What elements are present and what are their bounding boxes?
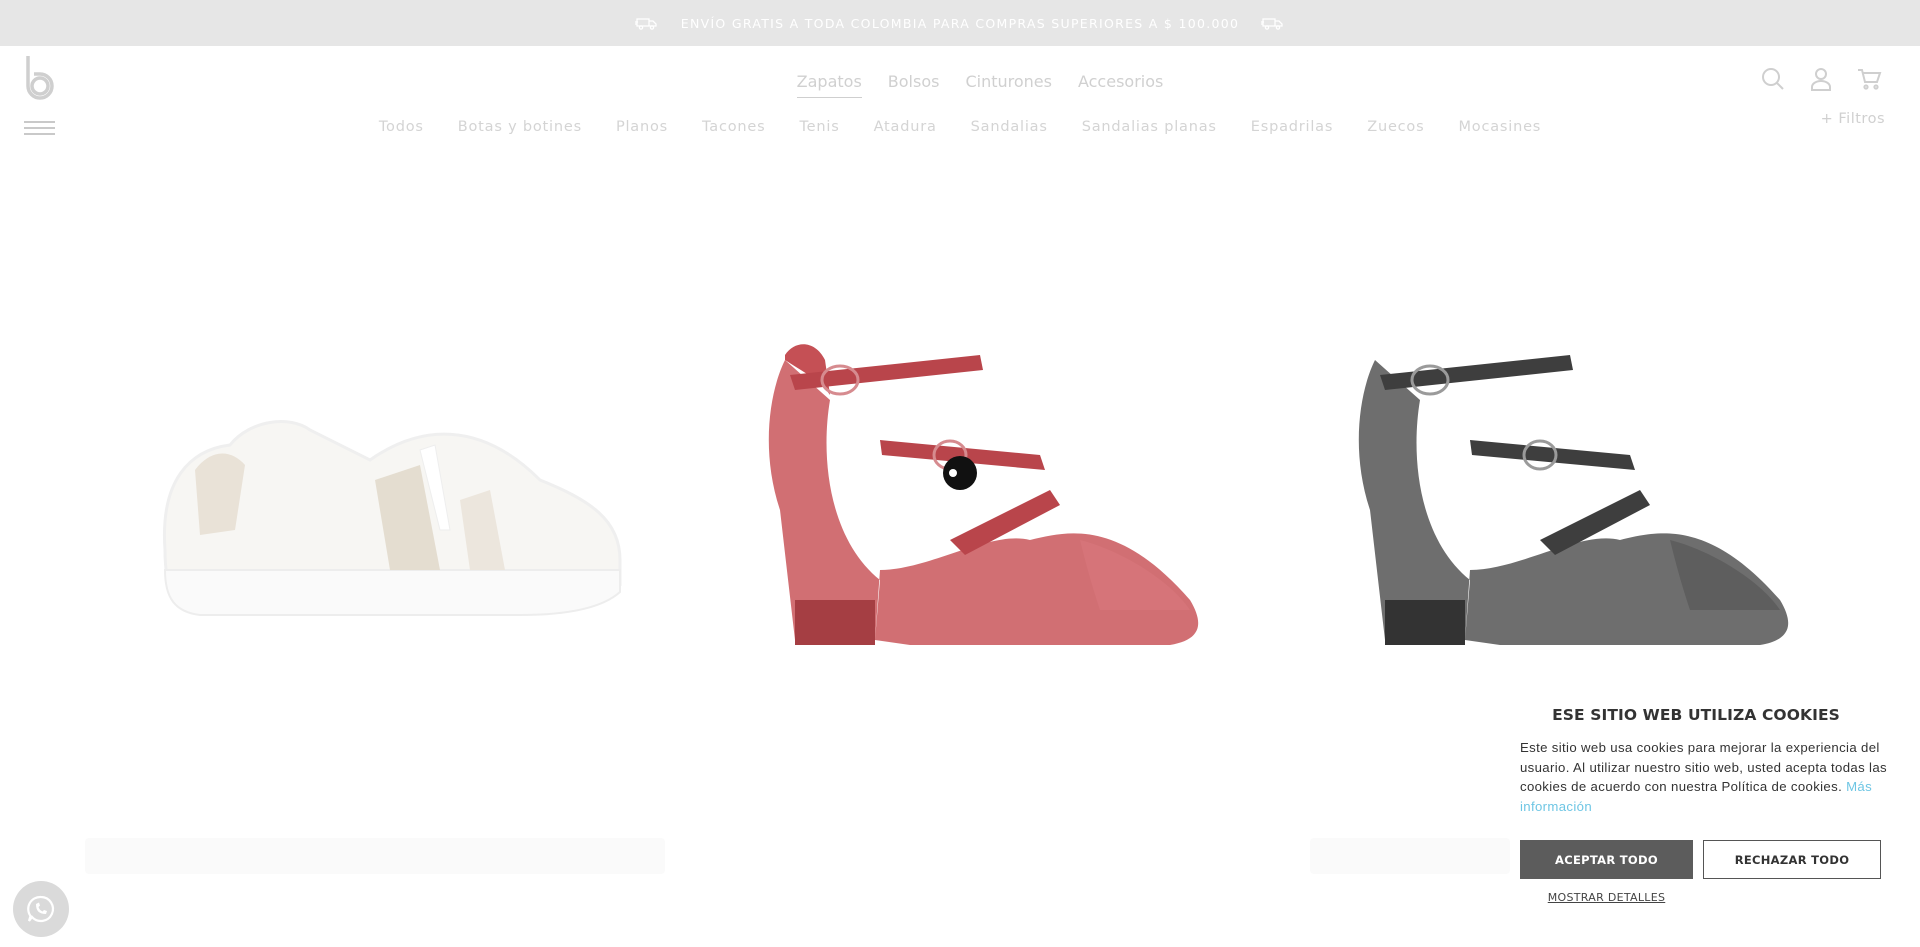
nav-item-bolsos[interactable]: Bolsos (888, 72, 940, 98)
product-image (1358, 355, 1789, 645)
whatsapp-icon (27, 895, 55, 923)
product-image (768, 344, 1199, 645)
user-icon[interactable] (1808, 66, 1834, 92)
nav-item-zapatos[interactable]: Zapatos (796, 72, 862, 98)
promo-bar: ENVÍO GRATIS A TODA COLOMBIA PARA COMPRA… (0, 0, 1920, 46)
product-card-black-mary-jane[interactable] (1290, 280, 1850, 740)
header-actions (1760, 66, 1882, 92)
subnav-item-todos[interactable]: Todos (379, 119, 424, 135)
delivery-truck-icon (1261, 18, 1283, 30)
cookie-consent-panel: ESE SITIO WEB UTILIZA COOKIES Este sitio… (1505, 706, 1897, 936)
product-placeholder (1310, 838, 1510, 874)
subnav-item-espadrilas[interactable]: Espadrilas (1251, 119, 1333, 135)
page: ENVÍO GRATIS A TODA COLOMBIA PARA COMPRA… (0, 0, 1920, 947)
product-card-white-sneaker[interactable] (120, 330, 680, 710)
promo-text: ENVÍO GRATIS A TODA COLOMBIA PARA COMPRA… (680, 15, 1240, 31)
product-placeholder (85, 838, 665, 874)
cart-icon[interactable] (1856, 66, 1882, 92)
cookie-body-text: Este sitio web usa cookies para mejorar … (1520, 740, 1887, 795)
delivery-truck-icon (634, 18, 657, 30)
accept-all-button[interactable]: ACEPTAR TODO (1520, 840, 1693, 879)
subnav-item-mocasines[interactable]: Mocasines (1458, 119, 1541, 135)
nav-item-cinturones[interactable]: Cinturones (965, 72, 1052, 98)
subnav-item-botas[interactable]: Botas y botines (458, 119, 582, 135)
subnav-item-tacones[interactable]: Tacones (702, 119, 765, 135)
subnav-item-atadura[interactable]: Atadura (874, 119, 937, 135)
show-details-link[interactable]: MOSTRAR DETALLES (1520, 891, 1693, 904)
nav-item-accesorios[interactable]: Accesorios (1078, 72, 1163, 98)
loading-spinner-icon (943, 456, 977, 490)
search-icon[interactable] (1760, 66, 1786, 92)
subnav-item-sandalias[interactable]: Sandalias (971, 119, 1048, 135)
product-card-red-mary-jane[interactable] (700, 280, 1260, 740)
subnav-item-planos[interactable]: Planos (616, 119, 668, 135)
filters-button[interactable]: + Filtros (1821, 111, 1885, 127)
subnav-item-sandalias-planas[interactable]: Sandalias planas (1082, 119, 1217, 135)
reject-all-button[interactable]: RECHAZAR TODO (1703, 840, 1881, 879)
cookie-body: Este sitio web usa cookies para mejorar … (1520, 738, 1890, 816)
subnav-item-zuecos[interactable]: Zuecos (1367, 119, 1424, 135)
cookie-title: ESE SITIO WEB UTILIZA COOKIES (1552, 706, 1840, 724)
main-nav: Zapatos Bolsos Cinturones Accesorios (0, 72, 1920, 98)
subnav-item-tenis[interactable]: Tenis (799, 119, 839, 135)
category-subnav: Todos Botas y botines Planos Tacones Ten… (0, 119, 1920, 135)
product-image (162, 420, 622, 616)
cookie-actions: ACEPTAR TODO RECHAZAR TODO (1520, 840, 1881, 879)
whatsapp-button[interactable] (13, 881, 69, 937)
